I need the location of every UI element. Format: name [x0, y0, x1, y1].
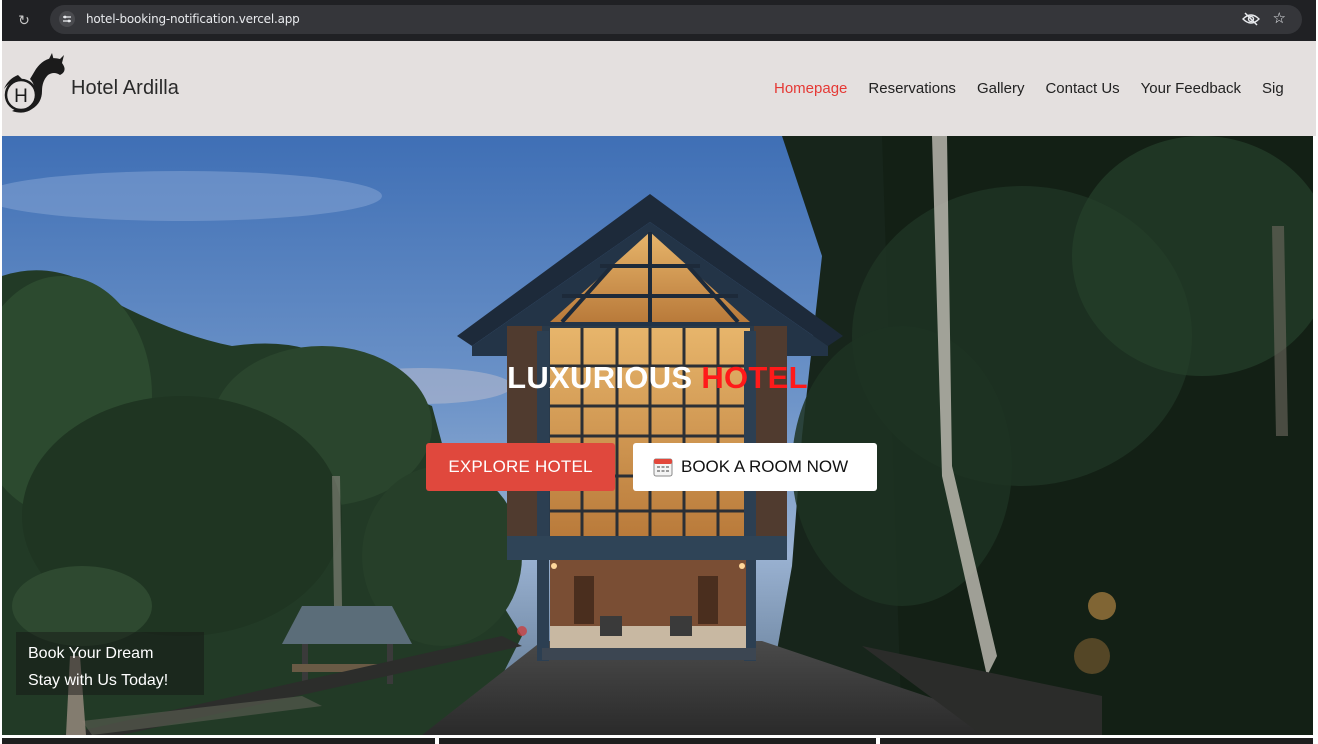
hero-title: LUXURIOUS HOTEL — [2, 360, 1313, 396]
hero-title-white: LUXURIOUS — [507, 360, 702, 395]
card-preview[interactable] — [439, 738, 876, 744]
reload-icon[interactable]: ↻ — [15, 11, 33, 29]
promo-banner: Book Your Dream Stay with Us Today! — [16, 632, 204, 695]
explore-hotel-button[interactable]: EXPLORE HOTEL — [426, 443, 615, 491]
site-navbar: H Hotel Ardilla Homepage Reservations Gall… — [2, 41, 1316, 136]
nav-sign-in[interactable]: Sig — [1262, 80, 1284, 97]
promo-line-2: Stay with Us Today! — [28, 672, 169, 689]
brand-name[interactable]: Hotel Ardilla — [71, 77, 179, 100]
card-preview[interactable] — [880, 738, 1313, 744]
star-icon[interactable]: ☆ — [1273, 9, 1286, 29]
address-bar[interactable]: hotel-booking-notification.vercel.app ☆ — [50, 5, 1302, 34]
eye-off-icon[interactable] — [1242, 11, 1260, 27]
calendar-icon — [653, 458, 673, 477]
nav-gallery[interactable]: Gallery — [977, 80, 1025, 97]
hero-title-red: HOTEL — [701, 360, 808, 395]
nav-contact-us[interactable]: Contact Us — [1045, 80, 1119, 97]
book-room-label: BOOK A ROOM NOW — [681, 457, 849, 476]
promo-line-1: Book Your Dream — [28, 645, 154, 662]
tune-icon[interactable] — [59, 11, 75, 27]
nav-your-feedback[interactable]: Your Feedback — [1141, 80, 1241, 97]
nav-homepage[interactable]: Homepage — [774, 80, 847, 97]
logo-letter: H — [14, 86, 28, 107]
card-preview[interactable] — [2, 738, 435, 744]
url-text[interactable]: hotel-booking-notification.vercel.app — [86, 12, 300, 26]
hero-section: LUXURIOUS HOTEL EXPLORE HOTEL BOOK A ROO… — [2, 136, 1313, 735]
hotel-logo[interactable]: H — [2, 49, 68, 123]
bottom-cards-strip — [0, 735, 1318, 744]
main-menu: Homepage Reservations Gallery Contact Us You… — [774, 80, 1305, 98]
book-room-button[interactable]: BOOK A ROOM NOW — [633, 443, 877, 491]
browser-toolbar: ↻ hotel-booking-notification.vercel.app … — [2, 0, 1316, 41]
nav-reservations[interactable]: Reservations — [868, 80, 956, 97]
